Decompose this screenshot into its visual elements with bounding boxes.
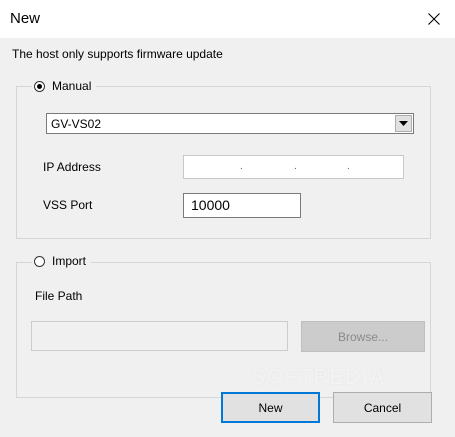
cancel-button[interactable]: Cancel <box>333 392 432 423</box>
firmware-info-text: The host only supports firmware update <box>12 47 223 61</box>
title-bar: New <box>0 0 455 38</box>
ip-separator: . <box>240 161 243 172</box>
import-radio-label: Import <box>52 254 87 268</box>
import-radio-indicator <box>34 255 45 267</box>
vss-port-value: 10000 <box>191 197 230 213</box>
dialog-client-area: The host only supports firmware update M… <box>0 38 455 437</box>
import-radio[interactable]: Import <box>32 253 92 269</box>
file-path-label: File Path <box>35 289 83 303</box>
manual-radio-indicator <box>34 80 45 92</box>
ip-separator: . <box>347 161 350 172</box>
ip-address-label: IP Address <box>43 160 101 174</box>
vss-port-label: VSS Port <box>43 198 93 212</box>
window-title: New <box>10 10 41 27</box>
ip-separator: . <box>294 161 297 172</box>
ip-address-input[interactable]: . . . <box>183 155 404 179</box>
dropdown-arrow-icon <box>395 115 412 132</box>
browse-button[interactable]: Browse... <box>301 321 425 352</box>
device-select-value: GV-VS02 <box>51 117 102 131</box>
manual-radio-label: Manual <box>52 79 92 93</box>
close-button[interactable] <box>412 0 455 38</box>
close-icon <box>427 13 440 25</box>
manual-radio[interactable]: Manual <box>32 78 97 94</box>
new-button[interactable]: New <box>221 392 320 423</box>
device-select[interactable]: GV-VS02 <box>46 113 414 134</box>
file-path-input[interactable] <box>31 321 288 351</box>
vss-port-input[interactable]: 10000 <box>183 193 301 218</box>
